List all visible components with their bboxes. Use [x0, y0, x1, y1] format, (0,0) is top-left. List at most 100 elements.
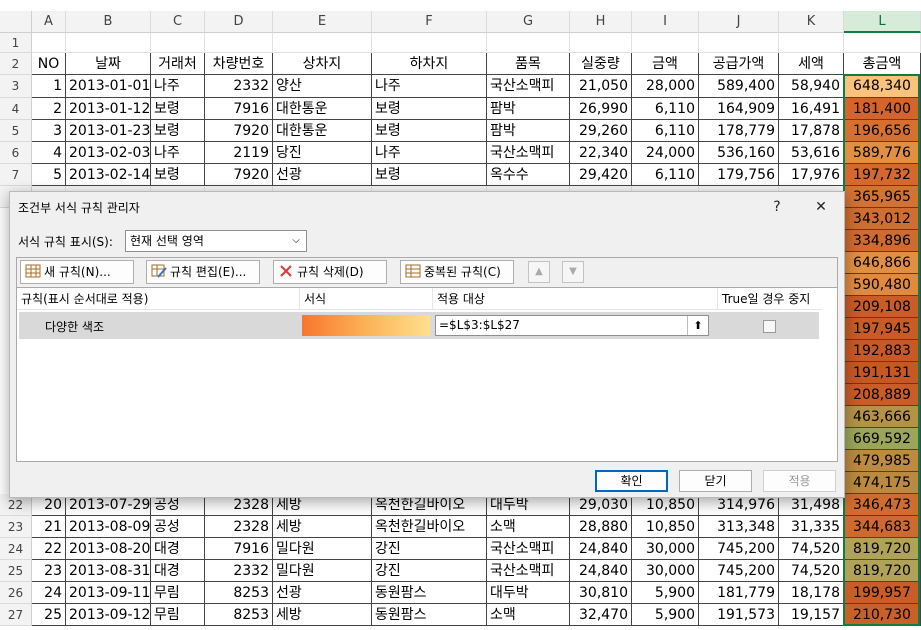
- data-cell[interactable]: 당진: [273, 142, 372, 164]
- total-amount-cell[interactable]: 648,340: [844, 75, 921, 98]
- data-cell[interactable]: 무림: [151, 604, 205, 626]
- data-cell[interactable]: 6,110: [632, 98, 699, 120]
- row-header-6[interactable]: 6: [0, 142, 32, 164]
- total-amount-cell[interactable]: 344,683: [844, 516, 921, 538]
- data-cell[interactable]: 국산소맥피: [487, 560, 570, 582]
- total-amount-cell[interactable]: 197,732: [844, 164, 921, 186]
- select-all-corner[interactable]: [0, 11, 32, 33]
- data-cell[interactable]: 나주: [372, 142, 487, 164]
- data-cell[interactable]: 32,470: [570, 604, 632, 626]
- row-header-2[interactable]: 2: [0, 53, 32, 75]
- data-cell[interactable]: 745,200: [699, 560, 779, 582]
- total-amount-cell[interactable]: 181,400: [844, 98, 921, 120]
- data-cell[interactable]: 191,573: [699, 604, 779, 626]
- data-cell[interactable]: 18,178: [779, 582, 844, 604]
- total-amount-cell[interactable]: 196,656: [844, 120, 921, 142]
- data-cell[interactable]: 나주: [151, 142, 205, 164]
- data-cell[interactable]: 3: [32, 120, 66, 142]
- data-cell[interactable]: 옥천한길바이오: [372, 516, 487, 538]
- data-cell[interactable]: 2332: [205, 560, 273, 582]
- header-cell[interactable]: 차량번호: [205, 53, 273, 75]
- data-cell[interactable]: 4: [32, 142, 66, 164]
- collapse-range-icon[interactable]: ⬆: [687, 316, 708, 335]
- column-header-e[interactable]: E: [273, 11, 372, 33]
- data-cell[interactable]: 74,520: [779, 560, 844, 582]
- data-cell[interactable]: 옥수수: [487, 164, 570, 186]
- row-header-3[interactable]: 3: [0, 75, 32, 98]
- total-amount-cell[interactable]: 197,945: [844, 318, 921, 340]
- column-header-g[interactable]: G: [487, 11, 570, 33]
- row-header-4[interactable]: 4: [0, 98, 32, 120]
- data-cell[interactable]: 16,491: [779, 98, 844, 120]
- total-amount-cell[interactable]: 209,108: [844, 296, 921, 318]
- data-cell[interactable]: 대경: [151, 538, 205, 560]
- data-cell[interactable]: 178,779: [699, 120, 779, 142]
- data-cell[interactable]: 58,940: [779, 75, 844, 98]
- total-amount-cell[interactable]: 346,473: [844, 494, 921, 516]
- total-amount-cell[interactable]: 589,776: [844, 142, 921, 164]
- stop-if-true-checkbox[interactable]: [763, 320, 776, 333]
- apply-button[interactable]: 적용: [763, 470, 836, 492]
- row-header-23[interactable]: 23: [0, 516, 32, 538]
- ok-button[interactable]: 확인: [595, 470, 668, 492]
- data-cell[interactable]: 536,160: [699, 142, 779, 164]
- data-cell[interactable]: 2013-08-31: [66, 560, 151, 582]
- data-cell[interactable]: 공성: [151, 516, 205, 538]
- row-header-5[interactable]: 5: [0, 120, 32, 142]
- row-header-24[interactable]: 24: [0, 538, 32, 560]
- column-header-l[interactable]: L: [844, 11, 921, 33]
- data-cell[interactable]: 2013-01-01: [66, 75, 151, 98]
- cell-empty[interactable]: [487, 33, 570, 53]
- data-cell[interactable]: 2: [32, 98, 66, 120]
- header-cell[interactable]: 품목: [487, 53, 570, 75]
- delete-rule-button[interactable]: 규칙 삭제(D): [273, 260, 387, 284]
- data-cell[interactable]: 세방: [273, 604, 372, 626]
- data-cell[interactable]: 나주: [372, 75, 487, 98]
- data-cell[interactable]: 24,000: [632, 142, 699, 164]
- cell-empty[interactable]: [844, 33, 921, 53]
- data-cell[interactable]: 24,840: [570, 538, 632, 560]
- data-cell[interactable]: 보령: [372, 98, 487, 120]
- move-down-button[interactable]: ▼: [562, 261, 584, 283]
- show-rules-dropdown[interactable]: 현재 선택 영역 ⌵: [125, 230, 307, 252]
- data-cell[interactable]: 28,000: [632, 75, 699, 98]
- duplicate-rule-button[interactable]: 중복된 규칙(C): [400, 260, 514, 284]
- column-header-d[interactable]: D: [205, 11, 273, 33]
- data-cell[interactable]: 26,990: [570, 98, 632, 120]
- cell-empty[interactable]: [632, 33, 699, 53]
- total-amount-cell[interactable]: 819,720: [844, 538, 921, 560]
- data-cell[interactable]: 보령: [151, 98, 205, 120]
- data-cell[interactable]: 5,900: [632, 604, 699, 626]
- cell-empty[interactable]: [205, 33, 273, 53]
- total-amount-cell[interactable]: 199,957: [844, 582, 921, 604]
- move-up-button[interactable]: ▲: [528, 261, 550, 283]
- data-cell[interactable]: 2013-02-03: [66, 142, 151, 164]
- total-amount-cell[interactable]: 365,965: [844, 186, 921, 208]
- row-header-7[interactable]: 7: [0, 164, 32, 186]
- cell-empty[interactable]: [32, 33, 66, 53]
- header-cell[interactable]: 총금액: [844, 53, 921, 75]
- data-cell[interactable]: 2328: [205, 516, 273, 538]
- header-cell[interactable]: 금액: [632, 53, 699, 75]
- data-cell[interactable]: 29,420: [570, 164, 632, 186]
- data-cell[interactable]: 24: [32, 582, 66, 604]
- data-cell[interactable]: 745,200: [699, 538, 779, 560]
- cell-empty[interactable]: [151, 33, 205, 53]
- data-cell[interactable]: 2013-02-14: [66, 164, 151, 186]
- data-cell[interactable]: 국산소맥피: [487, 142, 570, 164]
- data-cell[interactable]: 19,157: [779, 604, 844, 626]
- row-header-25[interactable]: 25: [0, 560, 32, 582]
- close-dialog-button[interactable]: ✕: [806, 195, 836, 219]
- cell-empty[interactable]: [66, 33, 151, 53]
- data-cell[interactable]: 21,050: [570, 75, 632, 98]
- data-cell[interactable]: 동원팜스: [372, 604, 487, 626]
- applies-to-input[interactable]: =$L$3:$L$27 ⬆: [435, 315, 709, 336]
- data-cell[interactable]: 보령: [372, 120, 487, 142]
- data-cell[interactable]: 30,810: [570, 582, 632, 604]
- header-cell[interactable]: 세액: [779, 53, 844, 75]
- header-cell[interactable]: 상차지: [273, 53, 372, 75]
- data-cell[interactable]: 강진: [372, 560, 487, 582]
- column-header-f[interactable]: F: [372, 11, 487, 33]
- total-amount-cell[interactable]: 210,730: [844, 604, 921, 626]
- header-cell[interactable]: 실중량: [570, 53, 632, 75]
